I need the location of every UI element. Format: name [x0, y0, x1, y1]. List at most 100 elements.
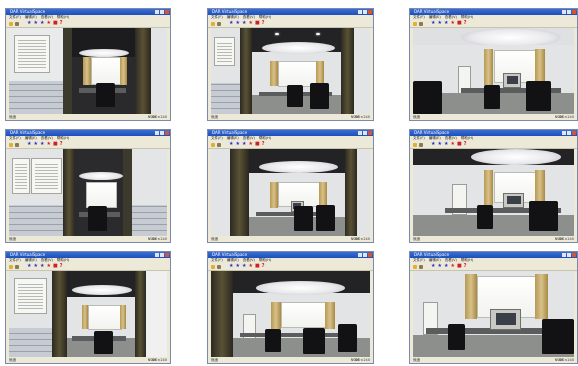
star-icon[interactable]: ★	[444, 264, 448, 269]
flag-icon[interactable]: ■	[255, 142, 260, 147]
star-icon[interactable]: ★	[431, 264, 435, 269]
save-icon[interactable]	[419, 21, 423, 26]
maximize-icon[interactable]	[160, 131, 164, 135]
menu-help[interactable]: 帮助(H)	[57, 258, 69, 263]
minimize-icon[interactable]	[358, 10, 362, 14]
open-icon[interactable]	[413, 142, 417, 147]
star-icon[interactable]: ★	[431, 142, 435, 147]
help-icon[interactable]: ?	[262, 264, 265, 269]
help-icon[interactable]: ?	[464, 142, 467, 147]
panorama-view[interactable]	[9, 28, 167, 114]
maximize-icon[interactable]	[567, 131, 571, 135]
flag-icon[interactable]: ■	[255, 264, 260, 269]
star-icon[interactable]: ★	[437, 142, 441, 147]
open-icon[interactable]	[413, 264, 417, 269]
star-icon[interactable]: ★	[229, 21, 233, 26]
open-icon[interactable]	[211, 21, 215, 26]
menu-help[interactable]: 帮助(H)	[461, 136, 473, 141]
star-icon[interactable]: ★	[27, 264, 31, 269]
star-icon[interactable]: ★	[33, 142, 37, 147]
help-icon[interactable]: ?	[464, 21, 467, 26]
viewer-window-b3[interactable]: DAR VirtualSpace 文件(F) 编辑(E) 查看(V) 帮助(H) ★ ★…	[207, 251, 374, 364]
star-icon[interactable]: ★	[437, 21, 441, 26]
menu-help[interactable]: 帮助(H)	[259, 258, 271, 263]
close-icon[interactable]	[165, 131, 169, 135]
flag-icon[interactable]: ■	[457, 142, 462, 147]
help-icon[interactable]: ?	[464, 264, 467, 269]
panorama-view[interactable]	[211, 271, 370, 357]
close-icon[interactable]	[165, 253, 169, 257]
save-icon[interactable]	[15, 264, 19, 269]
star-icon[interactable]: ★	[450, 142, 454, 147]
open-icon[interactable]	[9, 264, 13, 269]
star-icon[interactable]: ★	[40, 264, 44, 269]
minimize-icon[interactable]	[562, 253, 566, 257]
menu-file[interactable]: 文件(F)	[413, 258, 425, 263]
open-icon[interactable]	[413, 21, 417, 26]
star-icon[interactable]: ★	[235, 21, 239, 26]
title-bar[interactable]: DAR VirtualSpace	[6, 252, 170, 258]
title-bar[interactable]: DAR VirtualSpace	[410, 130, 577, 136]
star-icon[interactable]: ★	[444, 142, 448, 147]
star-icon[interactable]: ★	[46, 21, 50, 26]
menu-file[interactable]: 文件(F)	[211, 258, 223, 263]
star-icon[interactable]: ★	[450, 21, 454, 26]
menu-help[interactable]: 帮助(H)	[57, 136, 69, 141]
menu-file[interactable]: 文件(F)	[9, 258, 21, 263]
viewer-window-b1[interactable]: DAR VirtualSpace 文件(F) 编辑(E) 查看(V) 帮助(H) ★ ★…	[207, 8, 374, 121]
close-icon[interactable]	[368, 10, 372, 14]
star-icon[interactable]: ★	[437, 264, 441, 269]
save-icon[interactable]	[419, 142, 423, 147]
star-icon[interactable]: ★	[242, 21, 246, 26]
help-icon[interactable]: ?	[60, 142, 63, 147]
save-icon[interactable]	[217, 21, 221, 26]
panorama-view[interactable]	[211, 149, 370, 236]
minimize-icon[interactable]	[155, 253, 159, 257]
star-icon[interactable]: ★	[229, 264, 233, 269]
minimize-icon[interactable]	[358, 253, 362, 257]
star-icon[interactable]: ★	[235, 264, 239, 269]
viewer-window-a3[interactable]: DAR VirtualSpace 文件(F) 编辑(E) 查看(V) 帮助(H) ★ ★…	[5, 251, 171, 364]
menu-file[interactable]: 文件(F)	[413, 15, 425, 20]
star-icon[interactable]: ★	[242, 264, 246, 269]
menu-help[interactable]: 帮助(H)	[461, 258, 473, 263]
star-icon[interactable]: ★	[40, 142, 44, 147]
panorama-view[interactable]	[413, 271, 574, 357]
viewer-window-c3[interactable]: DAR VirtualSpace 文件(F) 编辑(E) 查看(V) 帮助(H) ★ ★…	[409, 251, 578, 364]
menu-file[interactable]: 文件(F)	[413, 136, 425, 141]
maximize-icon[interactable]	[567, 10, 571, 14]
menu-file[interactable]: 文件(F)	[9, 15, 21, 20]
viewer-window-c1[interactable]: DAR VirtualSpace 文件(F) 编辑(E) 查看(V) 帮助(H) ★ ★…	[409, 8, 578, 121]
title-bar[interactable]: DAR VirtualSpace	[6, 9, 170, 15]
close-icon[interactable]	[368, 131, 372, 135]
title-bar[interactable]: DAR VirtualSpace	[208, 130, 373, 136]
minimize-icon[interactable]	[562, 131, 566, 135]
title-bar[interactable]: DAR VirtualSpace	[208, 252, 373, 258]
star-icon[interactable]: ★	[33, 21, 37, 26]
maximize-icon[interactable]	[363, 253, 367, 257]
save-icon[interactable]	[217, 264, 221, 269]
viewer-window-a2[interactable]: DAR VirtualSpace 文件(F) 编辑(E) 查看(V) 帮助(H) ★ ★…	[5, 129, 171, 243]
star-icon[interactable]: ★	[229, 142, 233, 147]
star-icon[interactable]: ★	[248, 21, 252, 26]
star-icon[interactable]: ★	[27, 21, 31, 26]
close-icon[interactable]	[572, 10, 576, 14]
menu-help[interactable]: 帮助(H)	[461, 15, 473, 20]
star-icon[interactable]: ★	[46, 142, 50, 147]
star-icon[interactable]: ★	[248, 264, 252, 269]
menu-help[interactable]: 帮助(H)	[57, 15, 69, 20]
flag-icon[interactable]: ■	[255, 21, 260, 26]
star-icon[interactable]: ★	[431, 21, 435, 26]
menu-file[interactable]: 文件(F)	[211, 136, 223, 141]
star-icon[interactable]: ★	[248, 142, 252, 147]
save-icon[interactable]	[419, 264, 423, 269]
title-bar[interactable]: DAR VirtualSpace	[410, 252, 577, 258]
maximize-icon[interactable]	[363, 131, 367, 135]
flag-icon[interactable]: ■	[53, 264, 58, 269]
maximize-icon[interactable]	[363, 10, 367, 14]
panorama-view[interactable]	[9, 149, 167, 236]
help-icon[interactable]: ?	[60, 264, 63, 269]
save-icon[interactable]	[217, 142, 221, 147]
open-icon[interactable]	[9, 21, 13, 26]
close-icon[interactable]	[572, 253, 576, 257]
